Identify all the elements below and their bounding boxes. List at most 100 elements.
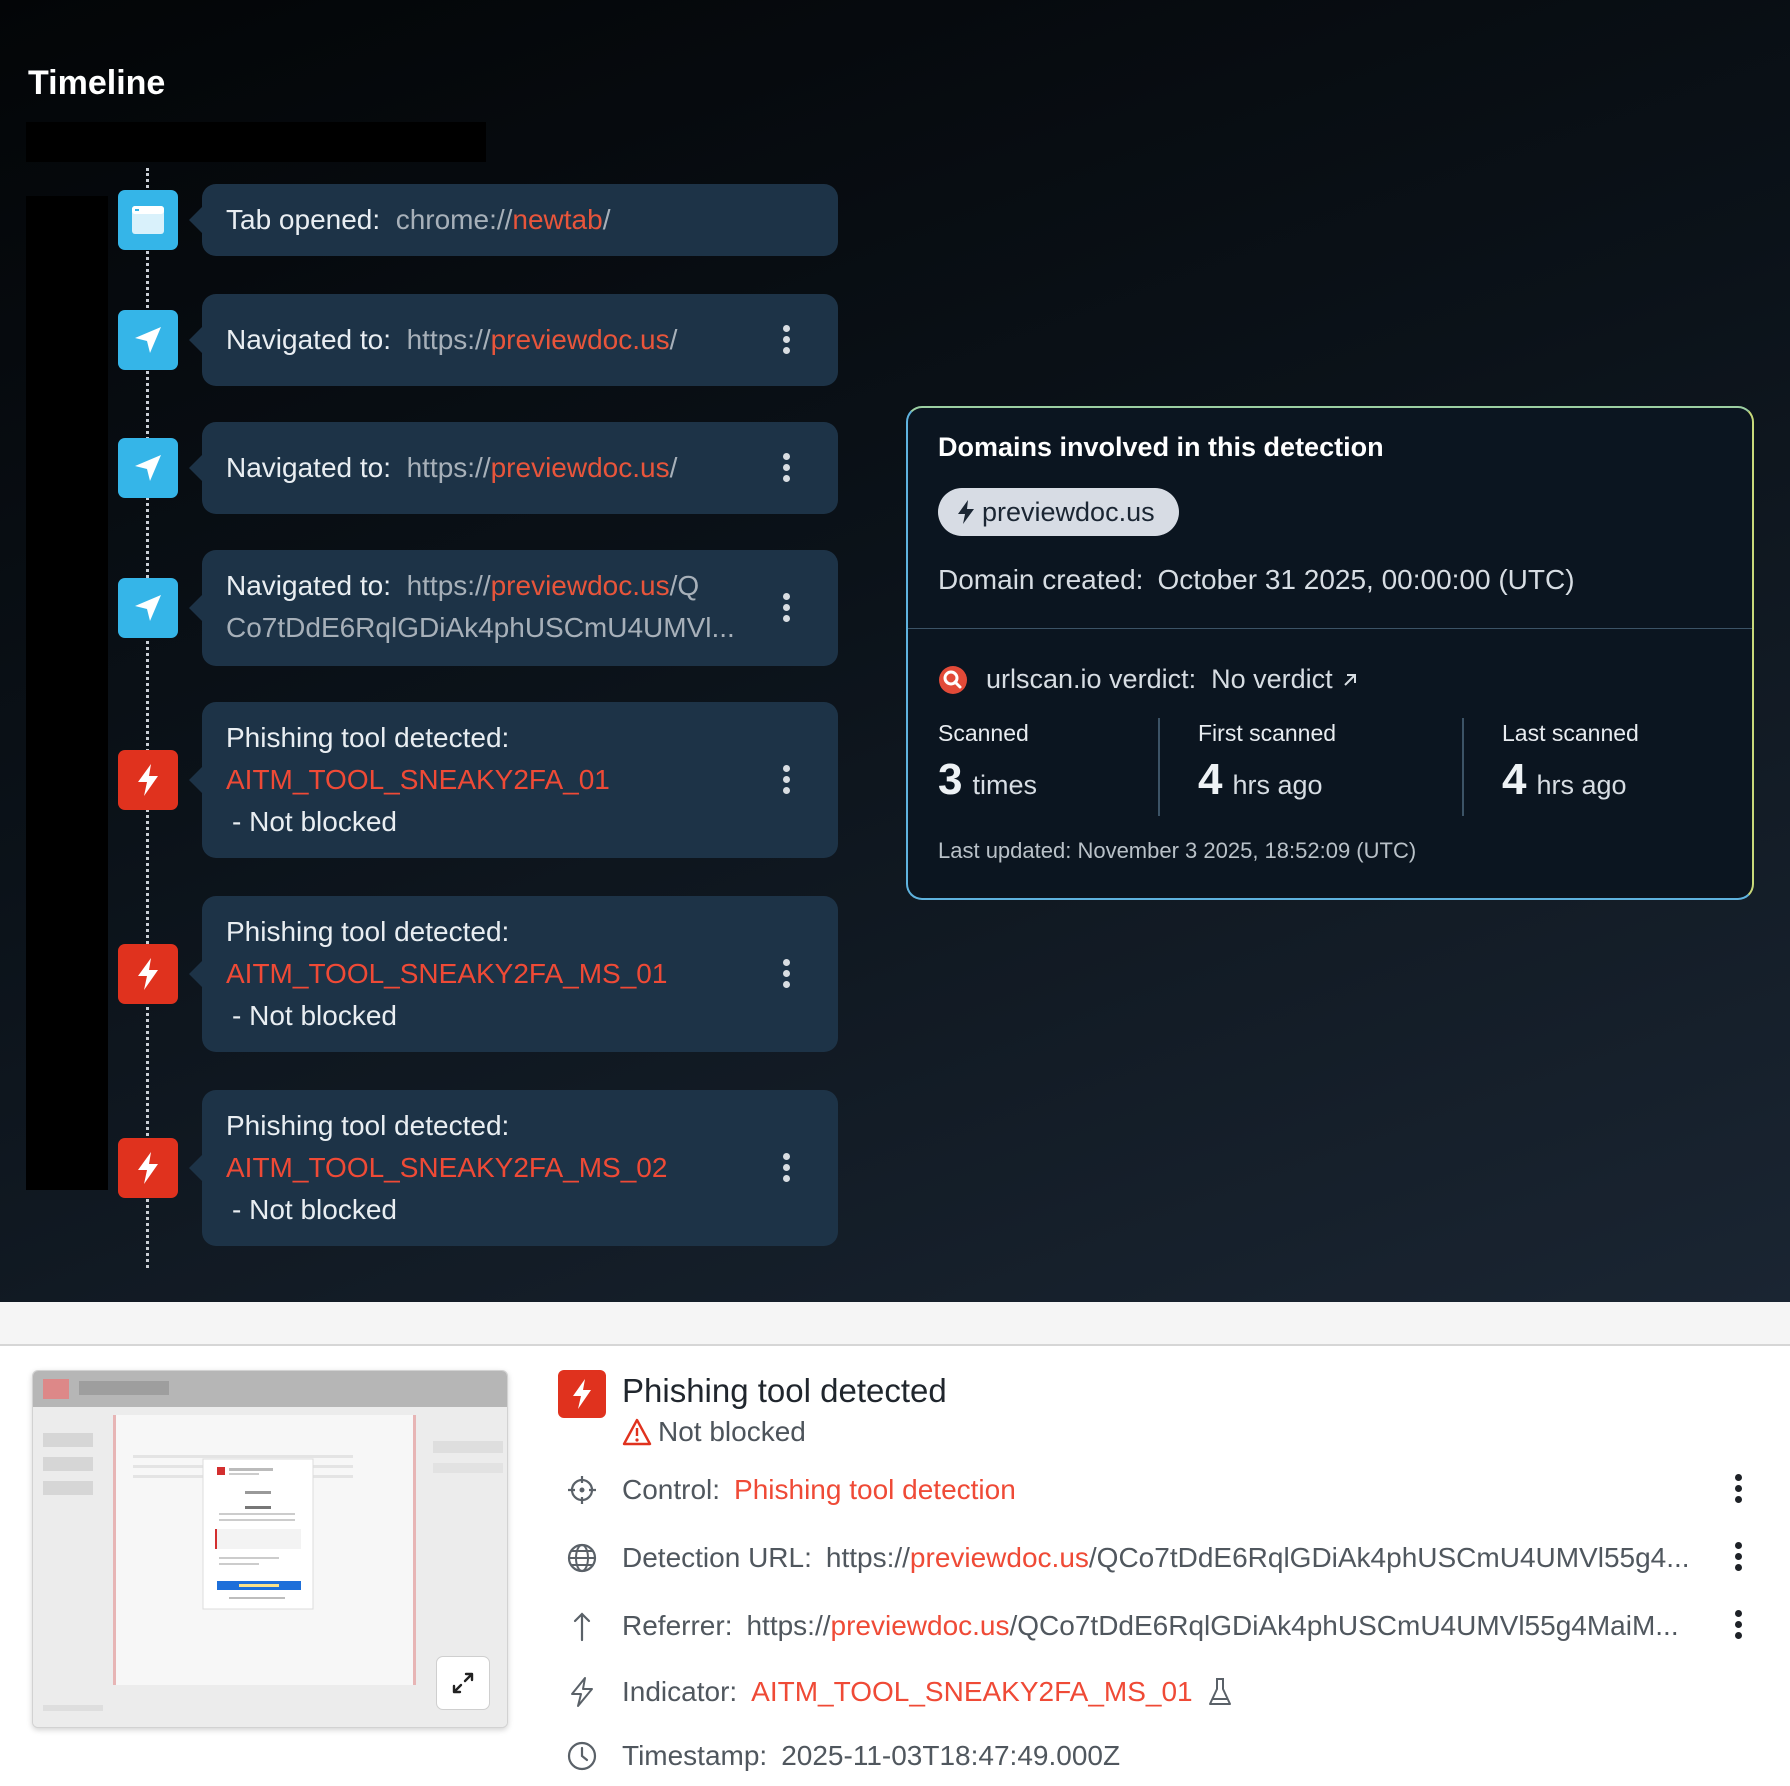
navigation-arrow-icon	[118, 438, 178, 498]
timeline-event-phishing-tool[interactable]: Phishing tool detected: AITM_TOOL_SNEAKY…	[189, 702, 838, 858]
more-options-icon[interactable]	[1734, 1610, 1742, 1642]
url-prefix: https://	[406, 324, 491, 355]
navigation-arrow-icon	[118, 578, 178, 638]
domains-panel: Domains involved in this detection previ…	[906, 406, 1754, 900]
url-prefix: https://	[746, 1610, 831, 1641]
expand-icon	[452, 1672, 474, 1694]
tool-name-link[interactable]: AITM_TOOL_SNEAKY2FA_MS_01	[226, 958, 667, 990]
section-divider-band	[0, 1302, 1790, 1346]
domain-created: Domain created: October 31 2025, 00:00:00…	[938, 564, 1575, 596]
control-label: Control:	[622, 1474, 721, 1505]
control-value-link[interactable]: Phishing tool detection	[734, 1474, 1016, 1506]
url-domain[interactable]: previewdoc.us	[491, 452, 670, 483]
url-suffix: /	[669, 324, 678, 355]
redaction-bar	[26, 122, 486, 162]
url-prefix: https://	[406, 452, 491, 483]
url-suffix: /QCo7tDdE6RqlGDiAk4phUSCmU4UMVl55g4MaiM.…	[1009, 1610, 1679, 1641]
more-options-icon[interactable]	[782, 959, 790, 989]
url-domain[interactable]: previewdoc.us	[910, 1542, 1089, 1573]
url-suffix: /QCo7tDdE6RqlGDiAk4phUSCmU4UMVl55g4...	[1088, 1542, 1690, 1573]
more-options-icon[interactable]	[782, 765, 790, 795]
flask-icon[interactable]	[1207, 1677, 1233, 1707]
last-updated: Last updated: November 3 2025, 18:52:09 …	[938, 838, 1417, 863]
stat-value: 4	[1198, 755, 1223, 804]
timeline-event-phishing-tool[interactable]: Phishing tool detected: AITM_TOOL_SNEAKY…	[189, 1090, 838, 1246]
clock-icon	[564, 1738, 600, 1774]
timeline-event-navigated[interactable]: Navigated to: https://previewdoc.us/	[189, 422, 838, 514]
tool-name-link[interactable]: AITM_TOOL_SNEAKY2FA_MS_02	[226, 1152, 667, 1184]
more-options-icon[interactable]	[782, 325, 790, 355]
timeline-panel: Timeline Tab opened: chrome://newtab/ Na…	[0, 0, 1790, 1302]
detail-row-referrer: Referrer: https://previewdoc.us/QCo7tDdE…	[564, 1606, 1764, 1646]
block-status: - Not blocked	[232, 1194, 397, 1225]
stat-unit: times	[972, 770, 1037, 800]
indicator-value-link[interactable]: AITM_TOOL_SNEAKY2FA_MS_01	[751, 1676, 1192, 1708]
stat-unit: hrs ago	[1232, 770, 1323, 800]
urlscan-icon	[938, 665, 968, 695]
url-suffix: /	[669, 452, 678, 483]
stat-value: 3	[938, 755, 963, 804]
more-options-icon[interactable]	[1734, 1542, 1742, 1574]
more-options-icon[interactable]	[782, 593, 790, 623]
timeline-event-navigated[interactable]: Navigated to: https://previewdoc.us/Q Co…	[189, 550, 838, 666]
browser-tab-icon	[118, 190, 178, 250]
url-domain[interactable]: previewdoc.us	[831, 1610, 1010, 1641]
globe-icon	[564, 1540, 600, 1576]
url-suffix: /Q	[669, 570, 700, 601]
more-options-icon[interactable]	[782, 453, 790, 483]
domains-panel-title: Domains involved in this detection	[938, 432, 1384, 462]
crosshair-icon	[564, 1472, 600, 1508]
indicator-label: Indicator:	[622, 1676, 738, 1707]
external-link-icon[interactable]	[1341, 671, 1359, 689]
domain-created-label: Domain created:	[938, 564, 1144, 595]
event-label: Navigated to:	[226, 570, 391, 601]
stat-divider	[1462, 718, 1464, 816]
urlscan-verdict: urlscan.io verdict: No verdict	[938, 664, 1359, 695]
referrer-value[interactable]: https://previewdoc.us/QCo7tDdE6RqlGDiAk4…	[746, 1610, 1678, 1642]
stat-last-scanned: Last scanned 4 hrs ago	[1502, 720, 1639, 805]
divider	[908, 628, 1752, 629]
detail-row-timestamp: Timestamp: 2025-11-03T18:47:49.000Z	[564, 1736, 1764, 1776]
stat-unit: hrs ago	[1536, 770, 1627, 800]
detail-row-detection-url: Detection URL: https://previewdoc.us/QCo…	[564, 1538, 1764, 1578]
verdict-label: urlscan.io verdict:	[986, 664, 1197, 694]
timeline-event-phishing-tool[interactable]: Phishing tool detected: AITM_TOOL_SNEAKY…	[189, 896, 838, 1052]
referrer-label: Referrer:	[622, 1610, 733, 1641]
event-label: Navigated to:	[226, 452, 391, 483]
detection-status: Not blocked	[622, 1416, 806, 1448]
verdict-value[interactable]: No verdict	[1211, 664, 1333, 695]
domain-chip[interactable]: previewdoc.us	[938, 488, 1179, 536]
timestamp-label: Timestamp:	[622, 1740, 768, 1771]
stat-value: 4	[1502, 755, 1527, 804]
timeline-event-tab-opened[interactable]: Tab opened: chrome://newtab/	[189, 184, 838, 256]
url-domain[interactable]: newtab	[512, 204, 602, 235]
more-options-icon[interactable]	[1734, 1474, 1742, 1506]
url-prefix: chrome://	[395, 204, 513, 235]
url-domain[interactable]: previewdoc.us	[491, 570, 670, 601]
detection-url-value[interactable]: https://previewdoc.us/QCo7tDdE6RqlGDiAk4…	[826, 1542, 1690, 1574]
block-status: - Not blocked	[232, 1000, 397, 1031]
stat-label: Last scanned	[1502, 720, 1639, 746]
event-label: Phishing tool detected:	[226, 722, 510, 753]
more-options-icon[interactable]	[782, 1153, 790, 1183]
expand-screenshot-button[interactable]	[436, 1656, 490, 1710]
url-path-continued: Co7tDdE6RqlGDiAk4phUSCmU4UMVl...	[226, 612, 735, 643]
lightning-outline-icon	[564, 1674, 600, 1710]
stat-divider	[1158, 718, 1160, 816]
url-suffix: /	[602, 204, 611, 235]
block-status: - Not blocked	[232, 806, 397, 837]
stat-scanned: Scanned 3 times	[938, 720, 1037, 805]
stat-label: Scanned	[938, 720, 1029, 746]
lightning-bolt-icon	[958, 500, 974, 524]
url-domain[interactable]: previewdoc.us	[491, 324, 670, 355]
lightning-bolt-icon	[118, 750, 178, 810]
timeline-event-navigated[interactable]: Navigated to: https://previewdoc.us/	[189, 294, 838, 386]
timeline-title: Timeline	[28, 64, 166, 102]
domain-created-value: October 31 2025, 00:00:00 (UTC)	[1157, 564, 1575, 595]
arrow-up-icon	[564, 1608, 600, 1644]
url-prefix: https://	[825, 1542, 910, 1573]
lightning-bolt-icon	[558, 1370, 606, 1418]
lightning-bolt-icon	[118, 944, 178, 1004]
domain-chip-label: previewdoc.us	[982, 496, 1155, 527]
tool-name-link[interactable]: AITM_TOOL_SNEAKY2FA_01	[226, 764, 610, 796]
